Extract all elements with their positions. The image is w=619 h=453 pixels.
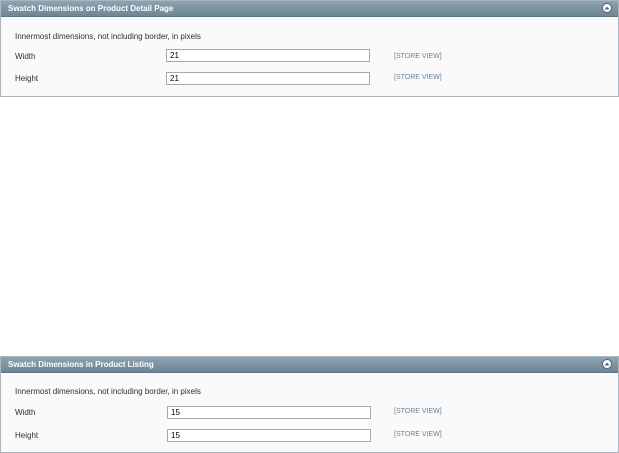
section-header[interactable]: Swatch Dimensions in Product Listing <box>1 357 618 373</box>
height-input[interactable] <box>166 72 370 85</box>
height-label: Height <box>15 431 39 440</box>
chevron-up-icon[interactable] <box>602 359 612 369</box>
section-comment: Innermost dimensions, not including bord… <box>15 32 201 41</box>
section-comment: Innermost dimensions, not including bord… <box>15 387 201 396</box>
section-header[interactable]: Swatch Dimensions on Product Detail Page <box>1 1 618 17</box>
width-input[interactable] <box>166 49 370 62</box>
swatch-dimensions-detail-section: Swatch Dimensions on Product Detail Page… <box>0 0 619 97</box>
width-input[interactable] <box>167 406 371 419</box>
section-title: Swatch Dimensions in Product Listing <box>8 360 154 369</box>
height-input[interactable] <box>167 429 371 442</box>
scope-label: [STORE VIEW] <box>394 53 442 60</box>
width-label: Width <box>15 408 36 417</box>
width-label: Width <box>15 52 36 61</box>
scope-label: [STORE VIEW] <box>394 408 442 415</box>
scope-label: [STORE VIEW] <box>394 74 442 81</box>
chevron-up-icon[interactable] <box>602 3 612 13</box>
scope-label: [STORE VIEW] <box>394 431 442 438</box>
section-title: Swatch Dimensions on Product Detail Page <box>8 4 174 13</box>
height-label: Height <box>15 74 39 83</box>
swatch-dimensions-listing-section: Swatch Dimensions in Product Listing Inn… <box>0 356 619 453</box>
